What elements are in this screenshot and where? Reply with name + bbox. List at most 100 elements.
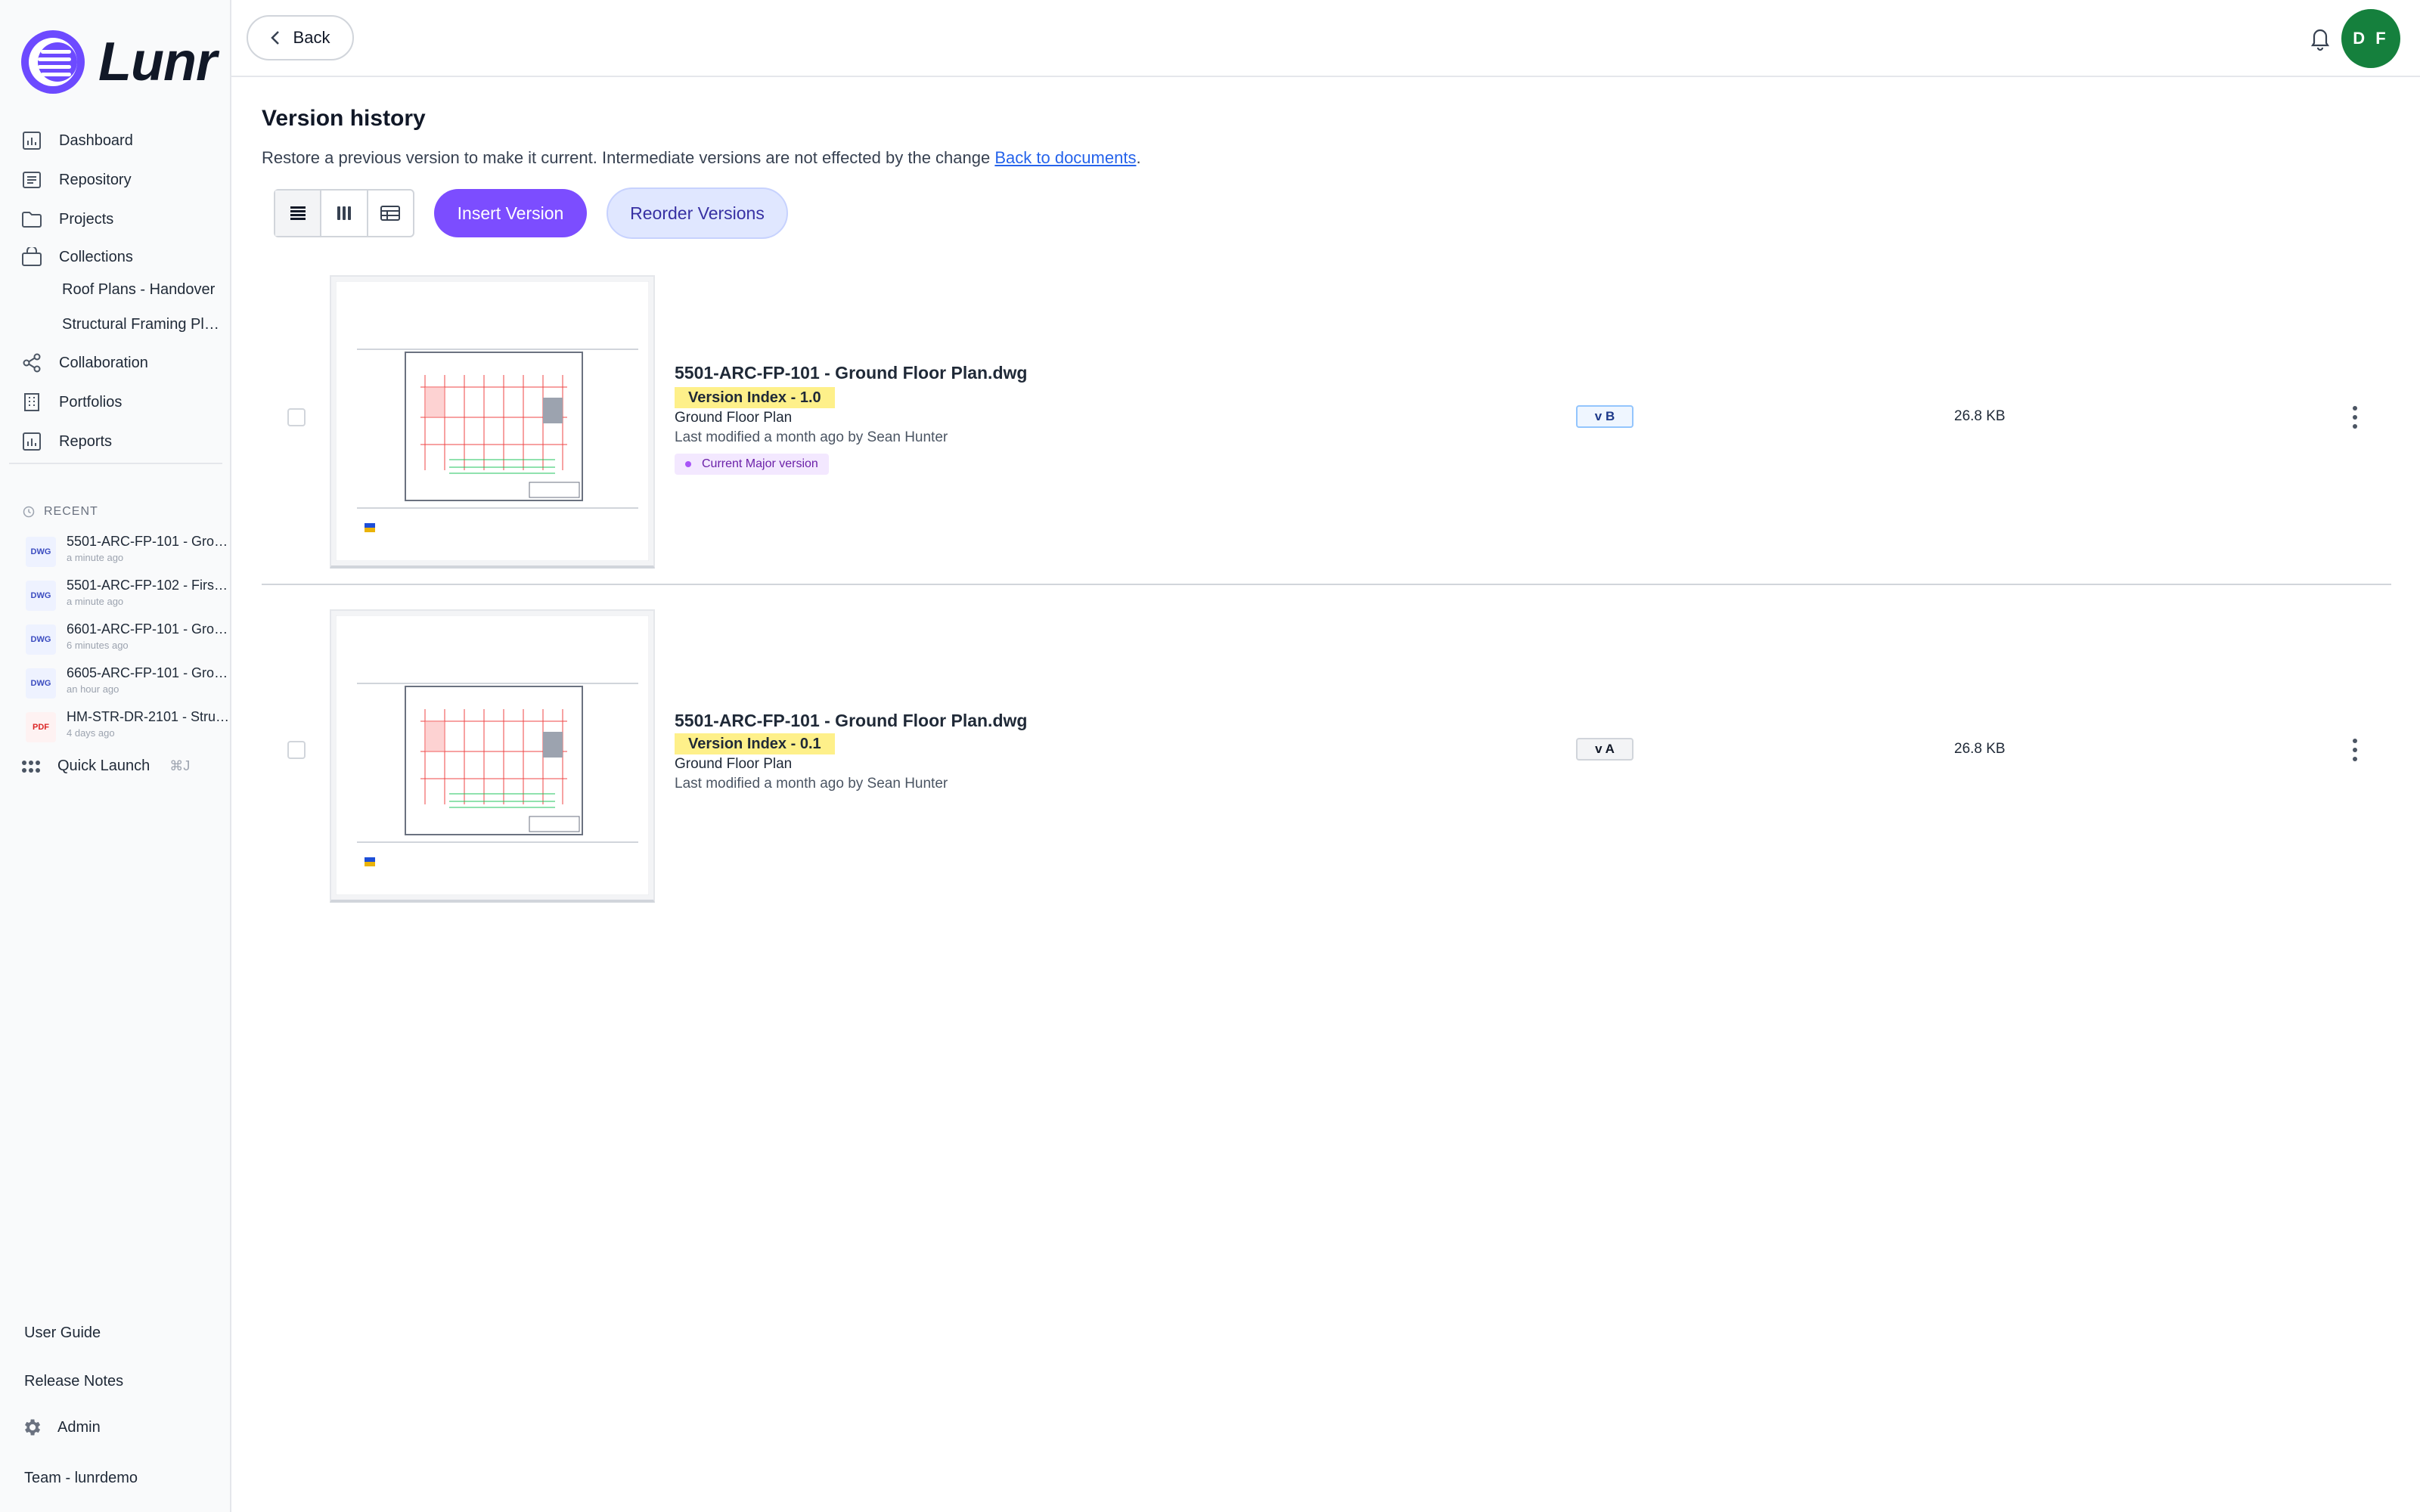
file-subtitle: Ground Floor Plan xyxy=(675,410,793,426)
sidebar-item-portfolios[interactable]: Portfolios xyxy=(21,386,122,419)
sidebar-item-label: Collaboration xyxy=(59,354,148,371)
reorder-versions-button[interactable]: Reorder Versions xyxy=(607,187,788,239)
sidebar-divider xyxy=(9,463,222,464)
top-bar: Back D F xyxy=(231,0,2420,77)
recent-item-time: a minute ago xyxy=(67,596,124,607)
team-link[interactable]: Team - lunrdemo xyxy=(24,1470,138,1487)
recent-item[interactable]: DWG 5501-ARC-FP-101 - Ground Floor Plan.… xyxy=(26,532,230,572)
more-options-icon[interactable] xyxy=(2346,402,2364,432)
quick-launch-label: Quick Launch xyxy=(57,758,150,774)
table-icon xyxy=(380,206,401,221)
recent-item-name: HM-STR-DR-2101 - Structural Drawing.pdf xyxy=(67,709,230,724)
list-view-button[interactable] xyxy=(275,191,322,236)
collection-item-roof-plans[interactable]: Roof Plans - Handover xyxy=(62,281,222,299)
row-select-checkbox[interactable] xyxy=(287,408,306,426)
app-name: Lunr xyxy=(98,32,217,92)
folder-icon xyxy=(21,209,42,230)
version-row: 5501-ARC-FP-101 - Ground Floor Plan.dwg … xyxy=(262,609,2391,942)
recent-item-name: 6605-ARC-FP-101 - Ground Floor Plan.dwg xyxy=(67,665,230,680)
recent-item[interactable]: DWG 5501-ARC-FP-102 - First Floor Plan.d… xyxy=(26,576,230,615)
recent-item-name: 6601-ARC-FP-101 - Ground Floor Plan.dwg xyxy=(67,621,230,637)
sidebar-item-label: Collections xyxy=(59,248,133,265)
file-size: 26.8 KB xyxy=(1954,741,2006,757)
table-view-button[interactable] xyxy=(368,191,413,236)
last-modified-text: Last modified a month ago by Sean Hunter xyxy=(675,429,948,445)
collection-item-structural-framing[interactable]: Structural Framing Plans xyxy=(62,316,222,333)
version-tag: v A xyxy=(1576,738,1634,761)
last-modified-text: Last modified a month ago by Sean Hunter xyxy=(675,776,948,792)
collections-icon xyxy=(21,246,42,268)
current-major-badge: Current Major version xyxy=(675,454,829,475)
chart-icon xyxy=(21,431,42,452)
file-subtitle: Ground Floor Plan xyxy=(675,756,793,772)
lunr-logo-icon xyxy=(21,30,85,94)
back-label: Back xyxy=(293,28,330,47)
recent-item-time: an hour ago xyxy=(67,683,119,695)
version-tag: v B xyxy=(1576,405,1634,428)
floor-plan-thumbnail-image xyxy=(336,615,649,895)
dwg-file-icon: DWG xyxy=(26,537,56,567)
sidebar: Lunr Dashboard Repository Projects Colle… xyxy=(0,0,231,1512)
back-to-documents-link[interactable]: Back to documents xyxy=(994,148,1136,167)
page-description: Restore a previous version to make it cu… xyxy=(262,148,1141,167)
admin-link[interactable]: Admin xyxy=(21,1417,101,1438)
row-divider xyxy=(262,584,2391,585)
version-index-badge: Version Index - 1.0 xyxy=(675,387,835,408)
sidebar-item-projects[interactable]: Projects xyxy=(21,203,113,236)
row-select-checkbox[interactable] xyxy=(287,741,306,759)
admin-label: Admin xyxy=(57,1418,101,1436)
recent-item[interactable]: DWG 6605-ARC-FP-101 - Ground Floor Plan.… xyxy=(26,664,230,703)
dwg-file-icon: DWG xyxy=(26,581,56,611)
file-name[interactable]: 5501-ARC-FP-101 - Ground Floor Plan.dwg xyxy=(675,711,1027,731)
sidebar-item-collections[interactable]: Collections xyxy=(21,240,133,274)
chart-icon xyxy=(21,130,42,151)
drawing-thumbnail[interactable] xyxy=(330,609,655,903)
recent-item[interactable]: PDF HM-STR-DR-2101 - Structural Drawing.… xyxy=(26,708,230,747)
list-view-icon xyxy=(290,206,306,220)
sidebar-item-label: Reports xyxy=(59,432,113,450)
pdf-file-icon: PDF xyxy=(26,712,56,742)
insert-version-button[interactable]: Insert Version xyxy=(434,189,587,237)
release-notes-link[interactable]: Release Notes xyxy=(24,1373,123,1390)
columns-icon xyxy=(337,206,351,220)
drawing-thumbnail[interactable] xyxy=(330,275,655,569)
lunr-logo[interactable]: Lunr xyxy=(18,27,217,97)
recent-item-name: 5501-ARC-FP-102 - First Floor Plan.dwg xyxy=(67,578,230,593)
quick-launch-button[interactable]: Quick Launch ⌘J xyxy=(21,758,190,775)
file-name[interactable]: 5501-ARC-FP-101 - Ground Floor Plan.dwg xyxy=(675,363,1027,383)
recent-item-time: 6 minutes ago xyxy=(67,640,129,651)
description-text: Restore a previous version to make it cu… xyxy=(262,148,991,167)
sidebar-item-reports[interactable]: Reports xyxy=(21,425,112,458)
notification-bell-icon[interactable] xyxy=(2305,23,2335,53)
dwg-file-icon: DWG xyxy=(26,668,56,699)
more-options-icon[interactable] xyxy=(2346,735,2364,765)
sidebar-item-label: Projects xyxy=(59,210,114,228)
column-view-button[interactable] xyxy=(321,191,368,236)
user-avatar[interactable]: D F xyxy=(2341,9,2400,68)
recent-item[interactable]: DWG 6601-ARC-FP-101 - Ground Floor Plan.… xyxy=(26,620,230,659)
page-title: Version history xyxy=(262,106,426,131)
recent-item-time: 4 days ago xyxy=(67,727,115,739)
sidebar-item-collaboration[interactable]: Collaboration xyxy=(21,346,148,380)
recent-item-time: a minute ago xyxy=(67,552,124,563)
recent-label: RECENT xyxy=(44,505,98,518)
chevron-left-icon xyxy=(270,31,279,45)
clock-icon xyxy=(23,506,35,518)
sidebar-item-label: Repository xyxy=(59,171,132,188)
sidebar-item-label: Dashboard xyxy=(59,132,133,149)
view-toggle xyxy=(274,189,414,237)
file-size: 26.8 KB xyxy=(1954,408,2006,424)
gear-icon xyxy=(25,1419,41,1436)
sidebar-item-dashboard[interactable]: Dashboard xyxy=(21,124,133,157)
badge-label: Current Major version xyxy=(702,457,818,470)
version-row: 5501-ARC-FP-101 - Ground Floor Plan.dwg … xyxy=(262,275,2391,608)
sidebar-item-repository[interactable]: Repository xyxy=(21,163,132,197)
share-icon xyxy=(21,352,42,373)
user-guide-link[interactable]: User Guide xyxy=(24,1325,101,1342)
grid-dots-icon xyxy=(22,760,40,773)
back-button[interactable]: Back xyxy=(247,15,354,60)
building-icon xyxy=(21,392,42,413)
dwg-file-icon: DWG xyxy=(26,624,56,655)
status-dot-icon xyxy=(685,461,691,467)
sidebar-item-label: Portfolios xyxy=(59,393,123,411)
